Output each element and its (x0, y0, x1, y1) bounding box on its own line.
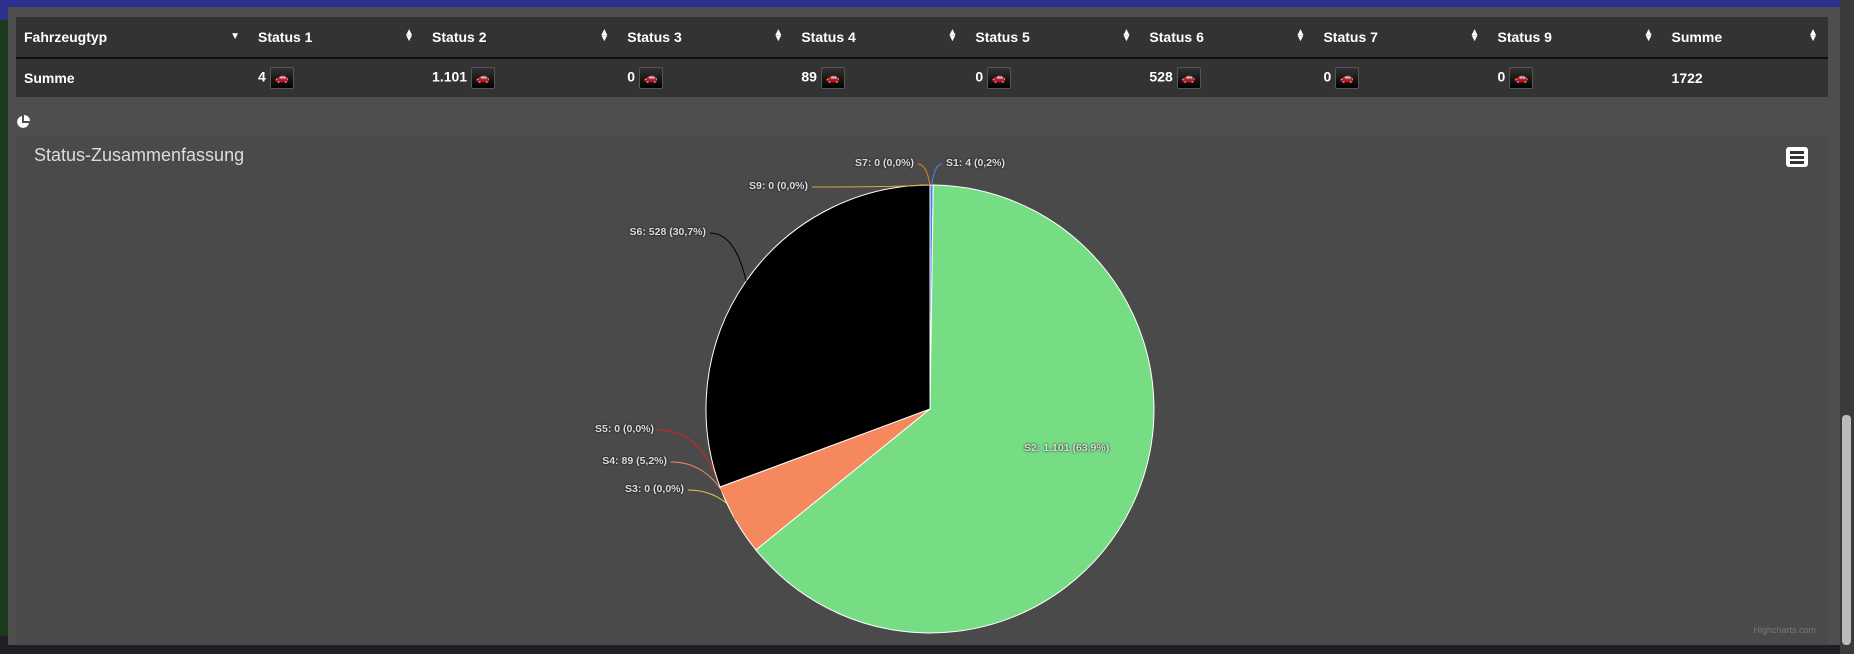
col-status-7[interactable]: Status 7 ▲ ▼ (1315, 17, 1490, 59)
col-status-5[interactable]: Status 5 ▲ ▼ (967, 17, 1142, 59)
header-label: Summe (1671, 29, 1723, 45)
connector-s6 (709, 232, 747, 282)
status-cell: 0 🚗 (967, 58, 1141, 97)
col-status-2[interactable]: Status 2 ▲ ▼ (424, 17, 620, 59)
scrollbar[interactable] (1840, 0, 1854, 654)
status-count: 4 (258, 68, 266, 85)
status-count: 89 (801, 68, 817, 85)
data-label-s4: S4: 89 (5,2%) (602, 455, 667, 467)
header-label: Status 5 (975, 29, 1030, 45)
header-label: Status 7 (1323, 29, 1378, 45)
connector-s1 (931, 163, 943, 186)
status-pie-chart: Status-Zusammenfassung Highcharts.com S1… (16, 135, 1828, 645)
header-label: Status 6 (1149, 29, 1204, 45)
col-status-4[interactable]: Status 4 ▲ ▼ (793, 17, 968, 59)
header-label: Fahrzeugtyp (24, 29, 108, 45)
row-label: Summe (24, 70, 75, 86)
header-label: Status 3 (627, 29, 682, 45)
sort-icon: ▲ ▼ (1469, 27, 1480, 44)
data-label-s2: S2: 1.101 (63,9%) (1024, 442, 1110, 454)
car-button[interactable]: 🚗 (269, 67, 294, 89)
col-status-1[interactable]: Status 1 ▲ ▼ (250, 17, 425, 59)
car-button[interactable]: 🚗 (471, 67, 496, 89)
status-table: Fahrzeugtyp ▼ Status 1 ▲ ▼ Status 2 ▲ ▼ Statu… (16, 17, 1828, 97)
car-button[interactable]: 🚗 (1176, 67, 1201, 89)
car-button[interactable]: 🚗 (987, 67, 1012, 89)
chart-title: Status-Zusammenfassung (34, 145, 245, 165)
status-count: 0 (1497, 68, 1506, 85)
data-label-s5: S5: 0 (0,0%) (595, 423, 654, 435)
sort-icon: ▲ ▼ (773, 27, 784, 44)
status-cell: 0 🚗 (619, 58, 793, 97)
data-label-s3: S3: 0 (0,0%) (625, 483, 684, 495)
pie-svg (657, 163, 1155, 634)
sort-desc-icon: ▼ (230, 31, 240, 42)
col-fahrzeugtyp[interactable]: Fahrzeugtyp ▼ (16, 17, 250, 59)
data-label-s7: S7: 0 (0,0%) (855, 157, 914, 169)
data-label-s1: S1: 4 (0,2%) (946, 157, 1005, 169)
credits-link[interactable]: Highcharts.com (1753, 625, 1816, 635)
table-header-row: Fahrzeugtyp ▼ Status 1 ▲ ▼ Status 2 ▲ ▼ Statu… (16, 17, 1828, 59)
status-count: 1.101 (432, 68, 468, 85)
connector-s7 (917, 163, 931, 186)
sort-icon: ▲ ▼ (1808, 27, 1818, 44)
status-count: 0 (1323, 68, 1332, 85)
scrollbar-thumb[interactable] (1842, 415, 1851, 645)
car-button[interactable]: 🚗 (1335, 67, 1360, 89)
hamburger-icon[interactable] (1786, 147, 1808, 167)
header-label: Status 2 (432, 29, 487, 45)
status-count: 528 (1149, 68, 1173, 85)
status-cell: 4 🚗 (250, 58, 424, 97)
data-label-s9: S9: 0 (0,0%) (749, 180, 808, 192)
col-status-9[interactable]: Status 9 ▲ ▼ (1489, 17, 1664, 59)
car-button[interactable]: 🚗 (820, 67, 845, 89)
sort-icon: ▲ ▼ (1643, 27, 1654, 44)
header-label: Status 4 (801, 29, 856, 45)
background-map (0, 20, 8, 640)
col-summe[interactable]: Summe ▲ ▼ (1663, 17, 1828, 59)
total-cell: 1722 (1671, 70, 1703, 86)
status-count: 0 (627, 68, 636, 85)
status-cell: 0 🚗 (1315, 58, 1489, 97)
header-label: Status 1 (258, 29, 313, 45)
car-button[interactable]: 🚗 (639, 67, 664, 89)
sort-icon: ▲ ▼ (1121, 27, 1132, 44)
data-label-s6: S6: 528 (30,7%) (629, 226, 706, 238)
col-status-3[interactable]: Status 3 ▲ ▼ (619, 17, 794, 59)
header-label: Status 9 (1497, 29, 1552, 45)
col-status-6[interactable]: Status 6 ▲ ▼ (1141, 17, 1316, 59)
table-row: Summe 4 🚗 1.101 🚗 0 🚗 89 🚗 0 🚗 528 🚗 0 🚗 0 🚗 1722 (16, 58, 1828, 97)
status-cell: 1.101 🚗 (424, 58, 619, 97)
sort-icon: ▲ ▼ (947, 27, 958, 44)
pie-chart-icon[interactable] (16, 115, 30, 129)
status-cell: 0 🚗 (1490, 58, 1664, 97)
status-cell: 89 🚗 (793, 58, 967, 97)
sort-icon: ▲ ▼ (1295, 27, 1306, 44)
car-button[interactable]: 🚗 (1509, 67, 1534, 89)
sort-icon: ▲ ▼ (404, 27, 415, 44)
status-cell: 528 🚗 (1141, 58, 1315, 97)
status-panel: Fahrzeugtyp ▼ Status 1 ▲ ▼ Status 2 ▲ ▼ Statu… (8, 7, 1840, 645)
sort-icon: ▲ ▼ (599, 27, 610, 44)
status-count: 0 (975, 68, 984, 85)
